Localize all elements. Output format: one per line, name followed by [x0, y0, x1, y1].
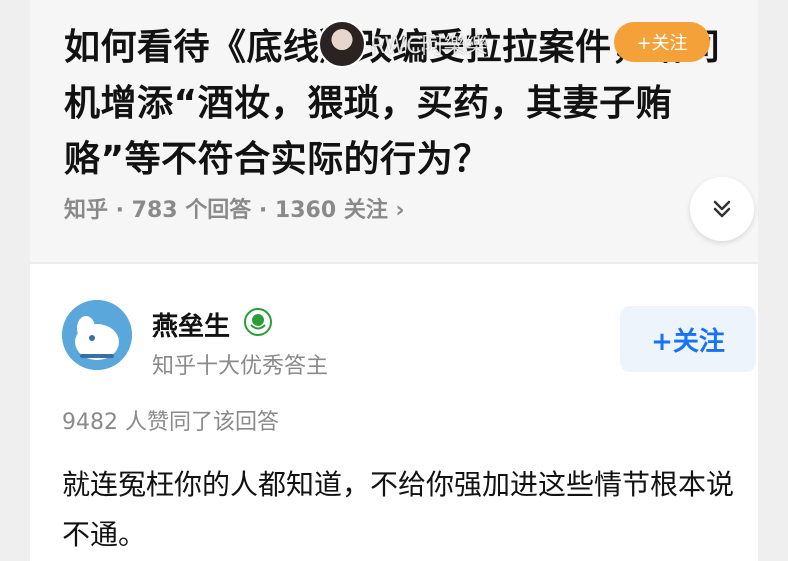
question-meta[interactable]: 知乎 · 783 个回答 · 1360 关注 ›	[64, 192, 405, 224]
uploader-follow-button[interactable]: +关注	[614, 22, 710, 62]
question-header: 如何看待《底线》改编受拉拉案件，给司机增添“酒妆，猥琐，买药，其妻子贿赂”等不符…	[30, 0, 758, 262]
avatar-illustration-icon	[62, 300, 132, 370]
author-avatar[interactable]	[62, 300, 132, 370]
left-margin	[0, 0, 30, 561]
upvote-count: 9482 人赞同了该回答	[62, 410, 279, 435]
expand-button[interactable]	[690, 177, 754, 241]
laurel-badge-icon	[244, 308, 272, 336]
chevron-double-down-icon	[713, 200, 731, 218]
uploader-avatar[interactable]	[318, 20, 366, 68]
uploader-name: RWC阿樂樂	[370, 34, 488, 59]
right-margin	[758, 0, 788, 561]
zhihu-screenshot: 如何看待《底线》改编受拉拉案件，给司机增添“酒妆，猥琐，买药，其妻子贿赂”等不符…	[0, 0, 788, 561]
section-divider	[30, 262, 758, 264]
video-watermark-bar: RWC阿樂樂 +关注	[318, 20, 758, 68]
answer-body[interactable]: 就连冤枉你的人都知道，不给你强加进这些情节根本说不通。	[62, 460, 752, 560]
excellent-answerer-badge[interactable]	[244, 308, 272, 336]
author-title: 知乎十大优秀答主	[152, 354, 329, 379]
author-name[interactable]: 燕垒生	[152, 306, 230, 343]
follow-author-button[interactable]: +关注	[620, 306, 756, 372]
answer-section: 燕垒生 知乎十大优秀答主 +关注 9482 人赞同了该回答 就连冤枉你的人都知道…	[30, 262, 758, 561]
